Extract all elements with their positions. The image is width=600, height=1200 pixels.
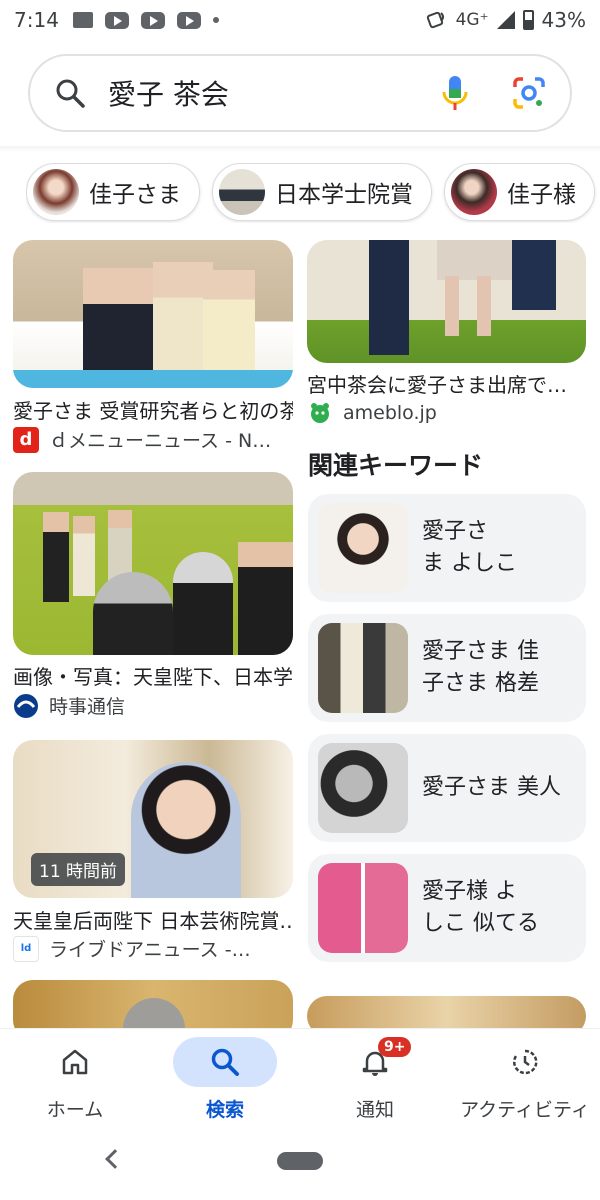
photo-person bbox=[123, 998, 185, 1028]
nav-notifications[interactable]: 9+ 通知 bbox=[300, 1029, 450, 1132]
nav-notifications-pill bbox=[323, 1037, 427, 1087]
network-type: 4G⁺ bbox=[455, 10, 489, 30]
more-notifications-dot-icon bbox=[212, 17, 219, 23]
result-source-label: ｄメニューニュース - N… bbox=[49, 430, 272, 452]
microphone-icon[interactable] bbox=[440, 73, 470, 113]
related-keyword-card[interactable]: 愛子さ ま よしこ bbox=[308, 494, 586, 602]
result-source-label: ameblo.jp bbox=[343, 402, 437, 424]
nav-search-pill bbox=[173, 1037, 277, 1087]
photo-person bbox=[369, 240, 409, 355]
related-keywords-heading: 関連キーワード bbox=[308, 451, 484, 480]
livedoor-news-logo-icon: ld bbox=[13, 935, 39, 962]
home-gesture-pill[interactable] bbox=[277, 1152, 323, 1170]
battery-icon bbox=[522, 10, 534, 30]
keyword-label: 愛子様 よ しこ 似てる bbox=[422, 879, 539, 936]
d-menu-logo-icon: d bbox=[13, 426, 39, 453]
header-divider bbox=[0, 146, 600, 152]
google-lens-icon[interactable] bbox=[512, 76, 546, 110]
photo-caption-strip bbox=[13, 370, 293, 388]
search-box[interactable]: 愛子 茶会 bbox=[28, 54, 572, 132]
chip-thumbnail bbox=[451, 169, 497, 215]
result-title[interactable]: 宮中茶会に愛子さま出席で… bbox=[307, 369, 586, 398]
battery-percent: 43% bbox=[541, 8, 586, 32]
nav-label: 検索 bbox=[205, 1099, 244, 1121]
photo-person bbox=[93, 572, 173, 655]
search-icon bbox=[211, 1048, 239, 1076]
photo-person bbox=[73, 516, 95, 596]
photo-person bbox=[238, 542, 293, 655]
related-keyword-card[interactable]: 愛子さま 美人 bbox=[308, 734, 586, 842]
result-source-label: 時事通信 bbox=[49, 696, 126, 718]
photo-person bbox=[512, 240, 556, 310]
ameblo-logo-icon bbox=[307, 400, 333, 426]
result-title[interactable]: 愛子さま 受賞研究者らと初の茶会… bbox=[13, 395, 293, 424]
nav-label: ホーム bbox=[46, 1099, 104, 1121]
status-bar: 7:14 4G⁺ 43% bbox=[0, 0, 600, 40]
back-chevron-icon[interactable] bbox=[105, 1149, 125, 1169]
keyword-label: 愛子さ ま よしこ bbox=[422, 519, 517, 576]
signal-icon bbox=[496, 11, 515, 29]
nfc-icon bbox=[426, 11, 444, 29]
youtube-icon bbox=[140, 11, 165, 29]
result-source[interactable]: ld ライブドアニュース -… bbox=[13, 935, 251, 962]
keyword-label: 愛子さま 美人 bbox=[422, 775, 561, 800]
suggestion-chips: 佳子さま 日本学士院賞 佳子様 bbox=[26, 163, 600, 223]
keyword-thumbnail bbox=[318, 863, 408, 953]
home-icon bbox=[62, 1049, 88, 1075]
chip-label: 日本学士院賞 bbox=[275, 182, 413, 208]
nav-search[interactable]: 検索 bbox=[150, 1029, 300, 1132]
photo-person bbox=[445, 276, 459, 336]
youtube-icon bbox=[104, 11, 129, 29]
result-source[interactable]: 時事通信 bbox=[13, 692, 125, 719]
nav-label: アクティビティ bbox=[460, 1099, 590, 1121]
keyword-thumbnail bbox=[318, 743, 408, 833]
result-source[interactable]: ameblo.jp bbox=[307, 400, 437, 426]
keyword-thumbnail bbox=[318, 623, 408, 713]
related-keyword-card[interactable]: 愛子様 よ しこ 似てる bbox=[308, 854, 586, 962]
photo-person bbox=[437, 240, 517, 280]
image-results-grid: 愛子さま 受賞研究者らと初の茶会… d ｄメニューニュース - N… 画像・写真… bbox=[0, 238, 600, 1028]
result-title[interactable]: 画像・写真：天皇陛下、日本学士院… bbox=[13, 661, 293, 690]
youtube-icon bbox=[176, 11, 201, 29]
keyword-thumbnail bbox=[318, 503, 408, 593]
result-image[interactable]: 11 時間前 bbox=[13, 740, 293, 898]
chip-label: 佳子さま bbox=[89, 182, 181, 208]
search-icon bbox=[56, 79, 85, 108]
nav-home-pill bbox=[23, 1037, 127, 1087]
result-image[interactable] bbox=[307, 996, 586, 1028]
result-source[interactable]: d ｄメニューニュース - N… bbox=[13, 426, 271, 453]
nav-activity-pill bbox=[473, 1037, 577, 1087]
chip-thumbnail bbox=[219, 169, 265, 215]
system-navigation-bar bbox=[0, 1132, 600, 1200]
related-keyword-card[interactable]: 愛子さま 佳 子さま 格差 bbox=[308, 614, 586, 722]
bottom-navigation: ホーム 検索 9+ 通知 アクティビティ bbox=[0, 1028, 600, 1132]
jiji-press-logo-icon bbox=[14, 693, 38, 718]
chip-label: 佳子様 bbox=[507, 182, 576, 208]
keyword-label: 愛子さま 佳 子さま 格差 bbox=[422, 639, 539, 696]
search-query[interactable]: 愛子 茶会 bbox=[108, 73, 440, 113]
photo-person bbox=[43, 512, 69, 602]
result-image[interactable] bbox=[307, 240, 586, 363]
result-image[interactable] bbox=[13, 980, 293, 1028]
notification-count-badge: 9+ bbox=[378, 1037, 412, 1057]
chip-kako-sama[interactable]: 佳子さま bbox=[26, 163, 200, 221]
gallery-icon bbox=[72, 12, 93, 28]
activity-clock-icon bbox=[513, 1049, 538, 1075]
chip-kako-sama-alt[interactable]: 佳子様 bbox=[444, 163, 595, 221]
photo-person bbox=[477, 276, 491, 336]
result-image[interactable] bbox=[13, 240, 293, 388]
status-time: 7:14 bbox=[14, 8, 59, 32]
result-image[interactable] bbox=[13, 472, 293, 655]
result-source-label: ライブドアニュース -… bbox=[49, 939, 251, 961]
nav-home[interactable]: ホーム bbox=[0, 1029, 150, 1132]
chip-japan-academy-prize[interactable]: 日本学士院賞 bbox=[212, 163, 432, 221]
nav-activity[interactable]: アクティビティ bbox=[450, 1029, 600, 1132]
photo-person bbox=[131, 762, 241, 898]
photo-person bbox=[173, 552, 233, 655]
result-title[interactable]: 天皇皇后両陛下 日本芸術院賞… bbox=[13, 905, 293, 934]
time-ago-badge: 11 時間前 bbox=[31, 853, 126, 886]
chip-thumbnail bbox=[33, 169, 79, 215]
nav-label: 通知 bbox=[355, 1099, 394, 1121]
